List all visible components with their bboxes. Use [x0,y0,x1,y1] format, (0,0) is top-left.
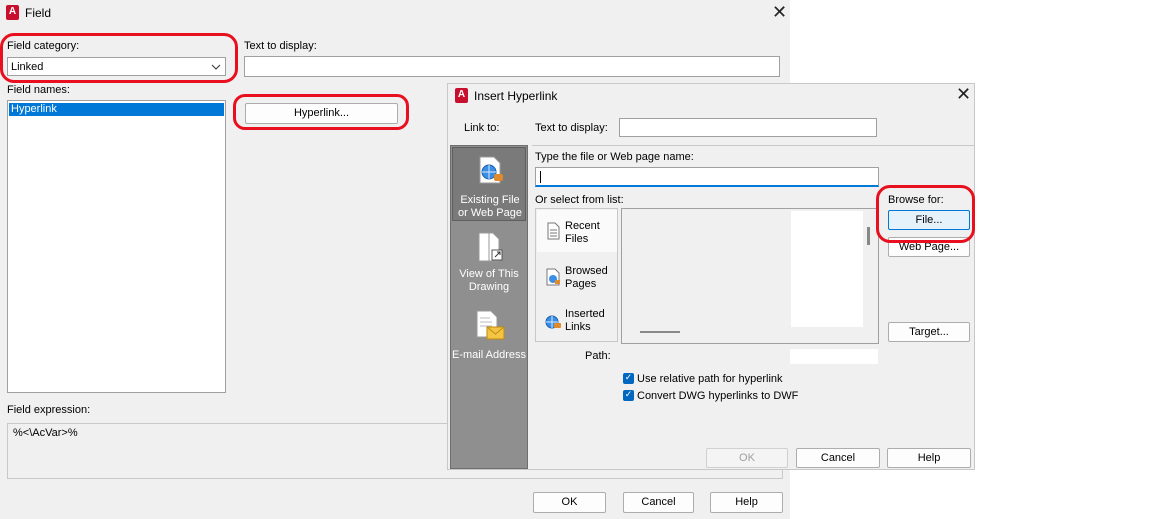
hl-text-to-display-label: Text to display: [535,122,608,134]
list-item[interactable]: Hyperlink [9,103,224,116]
close-icon[interactable]: ✕ [772,4,787,22]
help-button-label: Help [735,496,758,508]
web-page-icon [477,156,505,186]
path-white-segment [790,349,878,364]
checkmark-icon: ✓ [623,373,634,384]
tab-recent-files[interactable]: Recent Files [537,210,617,252]
field-category-select[interactable]: Linked [7,57,226,76]
path-field[interactable] [621,348,879,365]
field-name-hyperlink: Hyperlink [11,103,57,115]
tab-label: Inserted Links [565,308,605,333]
field-names-list[interactable]: Hyperlink [7,100,226,393]
hyperlink-button[interactable]: Hyperlink... [245,103,398,124]
hyperlink-dialog-title: Insert Hyperlink [474,89,558,103]
chevron-down-icon[interactable] [208,60,224,74]
field-category-value: Linked [11,61,44,73]
target-button-label: Target... [909,326,949,338]
tab-browsed-pages[interactable]: Browsed Pages [537,256,617,298]
hl-help-button-label: Help [917,452,941,464]
autocad-app-icon: A [455,88,468,103]
divider [532,145,974,146]
file-button-label: File... [915,214,943,226]
sidebar-item-view-of-drawing[interactable]: View of This Drawing [452,226,526,300]
convert-dwg-label: Convert DWG hyperlinks to DWF [637,390,799,402]
horizontal-scrollbar[interactable] [640,331,680,333]
inserted-links-icon [544,314,562,330]
target-button[interactable]: Target... [888,322,970,342]
sidebar-item-email-address[interactable]: E-mail Address [452,304,526,374]
sidebar-item-label: View of This Drawing [459,268,519,293]
file-button[interactable]: File... [888,210,970,230]
ok-button-label: OK [561,496,578,508]
sidebar-item-label: Existing File or Web Page [457,194,522,219]
ok-button[interactable]: OK [533,492,606,513]
file-name-input[interactable] [535,167,879,187]
link-to-label: Link to: [464,122,500,134]
hl-cancel-button-label: Cancel [820,452,856,464]
sidebar-item-existing-file[interactable]: Existing File or Web Page [452,147,526,221]
tab-inserted-links[interactable]: Inserted Links [537,300,617,342]
autocad-app-icon: A [6,5,19,20]
list-tabs: Recent Files Browsed Pages Inserted Link… [535,208,618,342]
browse-for-label: Browse for: [888,194,944,206]
field-category-label: Field category: [7,40,80,52]
text-to-display-label: Text to display: [244,40,317,52]
checkmark-icon: ✓ [623,390,634,401]
browsed-pages-icon [545,268,561,286]
insert-hyperlink-dialog: A Insert Hyperlink ✕ Link to: Existing F… [447,83,975,470]
field-expression-label: Field expression: [7,404,91,416]
tab-label: Browsed Pages [565,265,608,290]
field-names-label: Field names: [7,84,70,96]
path-label: Path: [585,350,611,362]
drawing-view-icon [476,232,504,264]
link-to-sidebar: Existing File or Web Page View of This D… [450,145,528,469]
text-cursor [540,171,541,183]
vertical-scrollbar[interactable] [867,227,870,245]
field-titlebar[interactable]: A Field ✕ [0,0,790,26]
tab-label: Recent Files [565,220,600,245]
sidebar-item-label: E-mail Address [452,349,526,361]
file-name-label: Type the file or Web page name: [535,151,694,163]
recent-files-icon [545,222,561,240]
convert-dwg-checkbox[interactable]: ✓ Convert DWG hyperlinks to DWF [621,389,821,403]
hl-ok-button-label: OK [739,452,755,464]
file-list-view[interactable] [621,208,879,344]
hl-cancel-button[interactable]: Cancel [796,448,880,468]
close-icon[interactable]: ✕ [956,86,971,104]
cancel-button[interactable]: Cancel [623,492,694,513]
relative-path-checkbox[interactable]: ✓ Use relative path for hyperlink [621,372,821,386]
field-expression-value: %<\AcVar>% [13,427,78,439]
hyperlink-titlebar[interactable]: A Insert Hyperlink ✕ [448,84,974,108]
field-dialog-title: Field [25,6,52,20]
web-page-button-label: Web Page... [898,241,960,253]
hyperlink-button-label: Hyperlink... [293,107,350,119]
hl-ok-button[interactable]: OK [706,448,788,468]
list-white-column [791,211,863,327]
text-to-display-input[interactable] [244,56,780,77]
relative-path-label: Use relative path for hyperlink [637,373,783,385]
web-page-button[interactable]: Web Page... [888,237,970,257]
email-icon [474,310,506,342]
cancel-button-label: Cancel [641,496,676,508]
select-from-list-label: Or select from list: [535,194,624,206]
hl-help-button[interactable]: Help [887,448,971,468]
hl-text-to-display-input[interactable] [619,118,877,137]
help-button[interactable]: Help [710,492,783,513]
